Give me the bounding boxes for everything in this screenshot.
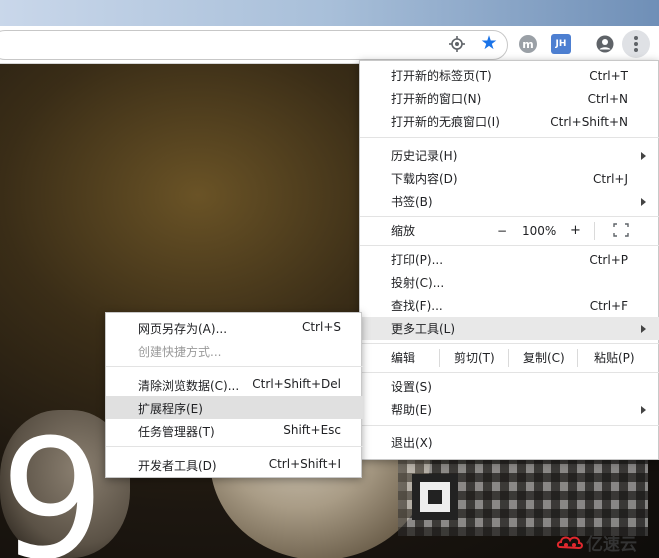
submenu-arrow-icon [641,324,646,333]
submenu-item-task-manager[interactable]: 任务管理器(T) Shift+Esc [106,419,363,442]
qr-finder-pattern [412,474,458,520]
submenu-item-create-shortcut: 创建快捷方式... [106,339,363,362]
bookmark-star-icon[interactable]: ★ [478,32,500,54]
menu-item-label: 更多工具(L) [391,322,456,336]
address-bar[interactable] [0,30,508,60]
menu-item-label: 打开新的标签页(T) [391,69,492,83]
submenu-item-save-page[interactable]: 网页另存为(A)... Ctrl+S [106,316,363,339]
menu-item-label: 投射(C)... [391,276,445,290]
paste-button[interactable]: 粘贴(P) [594,349,635,366]
menu-item-shortcut: Ctrl+P [589,252,628,267]
menu-item-label: 历史记录(H) [391,149,458,163]
menu-item-settings[interactable]: 设置(S) [360,375,659,398]
fullscreen-icon[interactable] [613,223,629,237]
menu-item-shortcut: Ctrl+N [587,91,628,106]
submenu-item-shortcut: Ctrl+Shift+I [268,457,341,471]
menu-item-shortcut: Ctrl+T [589,68,628,83]
menu-item-new-window[interactable]: 打开新的窗口(N) Ctrl+N [360,87,659,110]
submenu-item-shortcut: Ctrl+S [301,320,341,334]
menu-item-label: 打开新的无痕窗口(I) [391,115,500,129]
menu-item-label: 下载内容(D) [391,172,458,186]
zoom-in-button[interactable]: + [570,223,581,238]
submenu-arrow-icon [641,405,646,414]
more-tools-submenu: 网页另存为(A)... Ctrl+S 创建快捷方式... 清除浏览数据(C)..… [105,312,363,478]
menu-item-label: 设置(S) [391,380,432,394]
submenu-item-label: 任务管理器(T) [138,425,215,439]
submenu-item-shortcut: Shift+Esc [283,423,341,437]
menu-divider [360,425,659,426]
extension-m-icon[interactable]: m [519,35,537,53]
menu-item-zoom: 缩放 − 100% + [360,219,659,242]
menu-divider [360,372,659,373]
menu-divider [360,216,659,217]
watermark-text: 亿速云 [586,535,637,555]
submenu-item-extensions[interactable]: 扩展程序(E) [106,396,363,419]
submenu-item-label: 创建快捷方式... [138,345,222,359]
browser-toolbar: ★ m JH [0,26,659,64]
location-target-icon[interactable] [447,34,467,54]
menu-divider [360,343,659,344]
zoom-level: 100% [522,223,557,238]
site-watermark: 亿速云 [556,530,637,555]
submenu-item-clear-data[interactable]: 清除浏览数据(C)... Ctrl+Shift+Del [106,373,363,396]
menu-item-label: 打印(P)... [391,253,444,267]
menu-item-label: 缩放 [391,224,416,238]
menu-item-help[interactable]: 帮助(E) [360,398,659,421]
submenu-arrow-icon [641,151,646,160]
zoom-out-button[interactable]: − [497,224,507,238]
menu-item-shortcut: Ctrl+F [589,298,628,313]
menu-item-label: 编辑 [391,351,416,365]
zoom-divider [594,222,595,240]
edit-divider [439,349,440,367]
menu-item-shortcut: Ctrl+Shift+N [550,114,628,129]
menu-item-shortcut: Ctrl+J [593,171,628,186]
menu-item-new-incognito[interactable]: 打开新的无痕窗口(I) Ctrl+Shift+N [360,110,659,133]
submenu-divider [106,446,363,447]
extension-jh-icon[interactable]: JH [551,34,571,54]
submenu-item-label: 网页另存为(A)... [138,322,228,336]
menu-item-label: 退出(X) [391,436,433,450]
submenu-item-dev-tools[interactable]: 开发者工具(D) Ctrl+Shift+I [106,453,363,476]
window-title-strip [0,0,659,26]
submenu-divider [106,366,363,367]
menu-item-exit[interactable]: 退出(X) [360,431,659,454]
submenu-item-label: 清除浏览数据(C)... [138,379,240,393]
copy-button[interactable]: 复制(C) [523,349,565,366]
menu-item-label: 书签(B) [391,195,433,209]
menu-item-cast[interactable]: 投射(C)... [360,271,659,294]
submenu-item-label: 扩展程序(E) [138,402,203,416]
cut-button[interactable]: 剪切(T) [454,349,495,366]
edit-divider [508,349,509,367]
menu-item-label: 查找(F)... [391,299,443,313]
menu-item-print[interactable]: 打印(P)... Ctrl+P [360,248,659,271]
chrome-main-menu: 打开新的标签页(T) Ctrl+T 打开新的窗口(N) Ctrl+N 打开新的无… [359,60,659,460]
profile-avatar-icon[interactable] [594,33,616,55]
menu-item-downloads[interactable]: 下载内容(D) Ctrl+J [360,167,659,190]
menu-item-label: 帮助(E) [391,403,432,417]
menu-divider [360,245,659,246]
background-big-number: 9 [0,404,105,558]
edit-divider [577,349,578,367]
menu-kebab-button[interactable] [622,30,650,58]
menu-item-edit: 编辑 剪切(T) 复制(C) 粘贴(P) [360,346,659,369]
menu-item-more-tools[interactable]: 更多工具(L) [360,317,659,340]
menu-item-find[interactable]: 查找(F)... Ctrl+F [360,294,659,317]
menu-divider [360,137,659,138]
menu-item-label: 打开新的窗口(N) [391,92,482,106]
menu-item-new-tab[interactable]: 打开新的标签页(T) Ctrl+T [360,64,659,87]
submenu-arrow-icon [641,197,646,206]
submenu-item-shortcut: Ctrl+Shift+Del [252,377,341,391]
menu-item-bookmarks[interactable]: 书签(B) [360,190,659,213]
menu-item-history[interactable]: 历史记录(H) [360,144,659,167]
cloud-logo-icon [556,533,584,553]
submenu-item-label: 开发者工具(D) [138,459,217,473]
